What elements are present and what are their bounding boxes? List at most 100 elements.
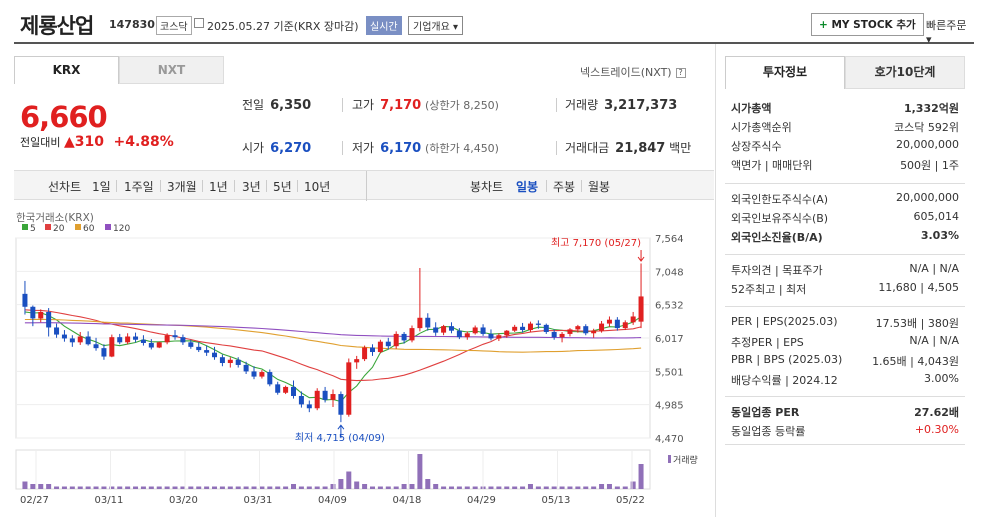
volume-bar: [148, 486, 154, 489]
candle-body: [267, 372, 273, 385]
candle-chart-label[interactable]: 봉차트: [470, 178, 503, 195]
volume-bar: [535, 486, 541, 489]
candle-body: [591, 330, 597, 334]
tab-invest-info[interactable]: 투자정보: [725, 56, 845, 89]
period-1y[interactable]: 1년: [209, 178, 228, 195]
info-row: PBR | BPS (2025.03) 1.65배 | 4,043원: [731, 353, 959, 368]
max-annotation: 최고 7,170 (05/27): [551, 237, 641, 249]
period-10y[interactable]: 10년: [304, 178, 330, 195]
candle-body: [401, 333, 407, 341]
volume-bar: [314, 486, 320, 489]
line-chart-label[interactable]: 선차트: [48, 178, 81, 195]
calendar-icon: [194, 18, 204, 28]
candle-body: [172, 335, 178, 338]
low-price: 저가 6,170 (하한가 4,450): [352, 141, 499, 156]
volume-bar: [69, 486, 75, 489]
volume-bar: [385, 486, 391, 489]
candle-body: [330, 394, 336, 400]
candle-body: [140, 339, 146, 343]
volume-bar: [520, 486, 526, 489]
candle-body: [156, 342, 162, 348]
tab-nxt[interactable]: NXT: [119, 56, 224, 84]
realtime-badge[interactable]: 실시간: [366, 16, 402, 35]
volume-bar: [164, 486, 170, 489]
volume-bar: [30, 484, 36, 489]
y-tick-label: 4,985: [655, 401, 684, 412]
candle-body: [30, 306, 36, 319]
volume-bar: [441, 486, 447, 489]
candle-body: [527, 323, 533, 331]
price-change: 전일대비 ▲310 +4.88%: [20, 134, 174, 150]
exchange-tabs: KRX NXT: [14, 56, 224, 84]
volume-bar: [298, 486, 304, 489]
volume-bar: [362, 484, 368, 489]
volume-bar: [464, 486, 470, 489]
candle-body: [322, 390, 328, 400]
volume-bar: [77, 486, 83, 489]
mystock-add-button[interactable]: + MY STOCK 추가: [811, 13, 924, 36]
candle-body: [543, 324, 549, 332]
volume-bar: [219, 486, 225, 489]
candle-body: [606, 319, 612, 324]
volume-bar: [172, 486, 178, 489]
candle-daily[interactable]: 일봉: [516, 178, 538, 195]
period-1d[interactable]: 1일: [92, 178, 111, 195]
candle-body: [243, 364, 249, 372]
candle-body: [417, 317, 423, 329]
period-3m[interactable]: 3개월: [167, 178, 197, 195]
period-5y[interactable]: 5년: [273, 178, 292, 195]
company-info-dropdown[interactable]: 기업개요 ▾: [408, 16, 464, 35]
stock-code: 147830: [109, 18, 155, 31]
volume-bar: [377, 486, 383, 489]
period-1w[interactable]: 1주일: [124, 178, 154, 195]
candle-weekly[interactable]: 주봉: [553, 178, 575, 195]
candle-body: [85, 336, 91, 345]
candle-body: [180, 337, 186, 343]
volume-bar: [38, 484, 44, 489]
volume-bar: [591, 486, 597, 489]
candle-body: [298, 395, 304, 405]
period-3y[interactable]: 3년: [242, 178, 261, 195]
y-tick-label: 7,564: [655, 234, 684, 245]
candle-body: [559, 333, 565, 338]
tab-krx[interactable]: KRX: [14, 56, 119, 84]
candle-body: [496, 335, 502, 339]
candle-body: [46, 311, 52, 328]
x-tick-label: 04/29: [467, 495, 496, 506]
info-row: 52주최고 | 최저 11,680 | 4,505: [731, 281, 959, 296]
candle-body: [409, 328, 415, 341]
candle-body: [630, 316, 636, 323]
volume-bar: [575, 486, 581, 489]
info-row: 동일업종 PER 27.62배: [731, 406, 959, 419]
volume-bar: [54, 486, 60, 489]
candle-body: [109, 337, 115, 357]
candle-body: [385, 341, 391, 347]
help-icon[interactable]: ?: [675, 68, 686, 78]
candle-monthly[interactable]: 월봉: [588, 178, 610, 195]
volume-bar: [93, 486, 99, 489]
legend-label: 120: [113, 224, 130, 234]
x-tick-label: 03/31: [244, 495, 273, 506]
volume-bar: [243, 486, 249, 489]
volume-bar: [188, 486, 194, 489]
candle-body: [275, 384, 281, 393]
volume-bar: [338, 479, 344, 489]
candle-body: [622, 322, 628, 329]
candle-body: [164, 335, 170, 343]
volume-bar: [133, 486, 139, 489]
candle-body: [354, 359, 360, 363]
price-chart[interactable]: 7,564 7,048 6,532 6,017 5,501 4,985 4,470 한국거래소…: [0, 200, 714, 517]
candle-body: [117, 337, 123, 343]
quick-order-button[interactable]: 빠른주문 ▾: [926, 17, 974, 46]
candle-body: [425, 317, 431, 328]
info-tabs: 투자정보 호가10단계: [725, 56, 965, 89]
x-tick-label: 05/13: [542, 495, 571, 506]
info-row: 액면가 | 매매단위 500원 | 1주: [731, 159, 959, 172]
tab-orderbook[interactable]: 호가10단계: [845, 56, 965, 89]
candle-body: [456, 330, 462, 338]
volume-bar: [117, 486, 123, 489]
trade-amount: 거래대금 21,847 백만: [565, 141, 692, 156]
x-tick-label: 03/20: [169, 495, 198, 506]
volume-bar: [567, 486, 573, 489]
candle-body: [235, 359, 241, 365]
